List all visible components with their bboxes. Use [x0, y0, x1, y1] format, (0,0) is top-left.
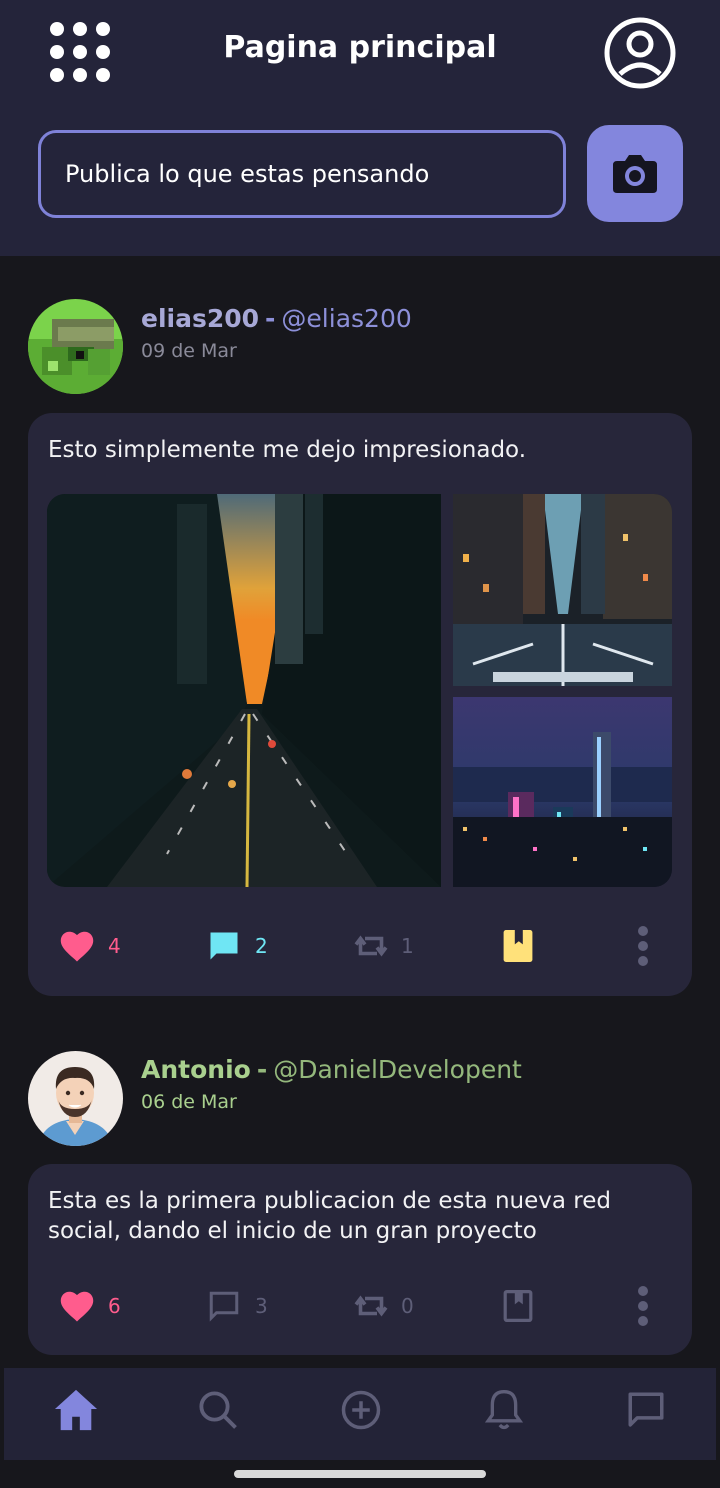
like-button[interactable]: 4 [58, 921, 121, 971]
post-image-top-right[interactable] [453, 494, 672, 686]
repost-button[interactable]: 1 [353, 921, 414, 971]
bookmark-icon [503, 930, 533, 962]
like-count: 4 [108, 934, 121, 958]
bell-icon [484, 1389, 524, 1430]
heart-icon [60, 931, 94, 962]
comment-button[interactable]: 3 [205, 1281, 268, 1331]
profile-circle-icon[interactable] [603, 16, 677, 90]
post-username[interactable]: elias200 [141, 304, 259, 333]
post-handle[interactable]: @elias200 [281, 304, 411, 333]
post-image-bottom-right[interactable] [453, 697, 672, 887]
repost-button[interactable]: 0 [353, 1281, 414, 1331]
composer-input[interactable]: Publica lo que estas pensando [38, 130, 566, 218]
avatar[interactable] [28, 299, 123, 394]
comment-count: 3 [255, 1294, 268, 1318]
bottom-navigation [4, 1368, 716, 1460]
post-handle[interactable]: @DanielDevelopent [273, 1055, 522, 1084]
bookmark-button[interactable] [502, 1281, 534, 1331]
camera-icon [613, 154, 657, 193]
nav-search[interactable] [194, 1386, 242, 1434]
comment-outline-icon [209, 1291, 239, 1322]
post-actions: 4 2 1 [28, 921, 692, 971]
more-options-button[interactable] [636, 921, 650, 971]
post-text: Esto simplemente me dejo impresionado. [48, 437, 527, 463]
bookmark-button[interactable] [502, 921, 534, 971]
home-icon [54, 1389, 98, 1431]
post-actions: 6 3 0 [28, 1281, 692, 1331]
nav-messages[interactable] [622, 1386, 670, 1434]
repost-icon [354, 1295, 388, 1317]
nav-notifications[interactable] [480, 1386, 528, 1434]
post-card: Esto simplemente me dejo impresionado. 4… [28, 413, 692, 996]
more-vertical-icon [638, 926, 648, 966]
repost-count: 0 [401, 1294, 414, 1318]
nav-create[interactable] [337, 1386, 385, 1434]
like-count: 6 [108, 1294, 121, 1318]
comment-count: 2 [255, 934, 268, 958]
camera-button[interactable] [587, 125, 683, 222]
post-text: Esta es la primera publicacion de esta n… [48, 1188, 611, 1244]
heart-icon [60, 1291, 94, 1322]
home-indicator [234, 1470, 486, 1478]
separator: - [265, 304, 276, 333]
avatar[interactable] [28, 1051, 123, 1146]
post-username[interactable]: Antonio [141, 1055, 251, 1084]
more-options-button[interactable] [636, 1281, 650, 1331]
nav-home[interactable] [52, 1386, 100, 1434]
more-vertical-icon [638, 1286, 648, 1326]
post-date: 06 de Mar [141, 1091, 237, 1113]
comment-button[interactable]: 2 [205, 921, 268, 971]
post-card: Esta es la primera publicacion de esta n… [28, 1164, 692, 1355]
comment-icon [210, 932, 238, 960]
chat-icon [628, 1392, 664, 1427]
post-image-large[interactable] [47, 494, 441, 887]
top-header: Pagina principal Publica lo que estas pe… [0, 0, 720, 256]
repost-icon [354, 935, 388, 957]
add-circle-icon [341, 1390, 381, 1430]
separator: - [256, 1055, 268, 1084]
search-icon [199, 1391, 237, 1429]
like-button[interactable]: 6 [58, 1281, 121, 1331]
repost-count: 1 [401, 934, 414, 958]
post-date: 09 de Mar [141, 340, 237, 362]
bookmark-outline-icon [503, 1290, 533, 1322]
